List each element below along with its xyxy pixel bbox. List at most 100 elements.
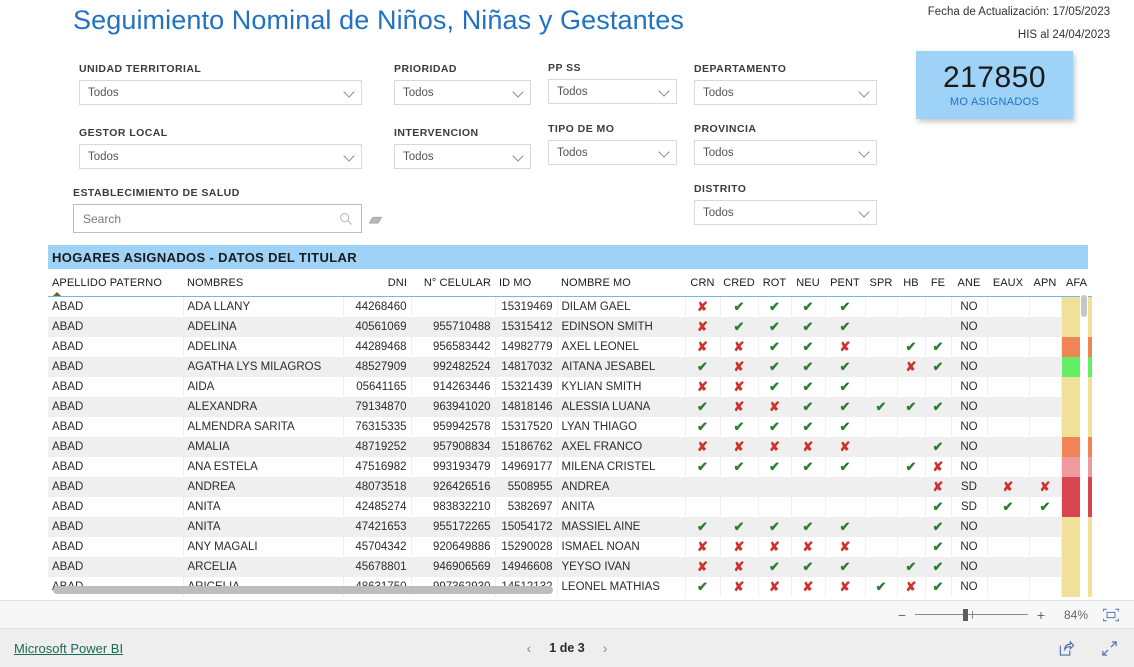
cell-apn: [1029, 437, 1062, 457]
table-row[interactable]: ABAD ADELINA 44289468 956583442 14982779 AXEL…: [48, 337, 1092, 357]
table-row[interactable]: ABAD ADELINA 40561069 955710488 15315412 EDIN…: [48, 317, 1092, 337]
chevron-down-icon: [345, 88, 354, 97]
col-crn[interactable]: CRN: [685, 269, 720, 297]
filter-departamento-select[interactable]: Todos: [694, 80, 877, 105]
chevron-down-icon: [660, 148, 669, 157]
cell-hb: ✔: [897, 457, 926, 477]
table-row[interactable]: ABAD ANA ESTELA 47516982 993193479 14969177 M…: [48, 457, 1092, 477]
table-row[interactable]: ABAD AIDA 05641165 914263446 15321439 KYLIAN …: [48, 377, 1092, 397]
cell-eaux: [987, 437, 1030, 457]
col-spr[interactable]: SPR: [865, 269, 897, 297]
filter-prioridad-select[interactable]: Todos: [394, 80, 531, 105]
cell-nombres: ANITA: [183, 517, 344, 537]
cell-crn: ✘: [685, 296, 721, 317]
cell-spr: [865, 417, 898, 437]
cell-pent: ✔: [825, 357, 866, 377]
cell-fe: [925, 296, 952, 317]
his-date-label: HIS al 24/04/2023: [1017, 29, 1110, 41]
filter-unidad-territorial-select[interactable]: Todos: [79, 80, 362, 105]
filter-value: Todos: [88, 150, 119, 163]
filter-tipo-de-mo-select[interactable]: Todos: [548, 140, 677, 165]
cell-rot: ✘: [758, 397, 792, 417]
cell-nombres: ADA LLANY: [183, 296, 344, 317]
check-icon: ✔: [932, 559, 944, 574]
cell-neu: [791, 497, 826, 517]
share-icon[interactable]: [1058, 639, 1075, 657]
table-row[interactable]: ABAD ALMENDRA SARITA 76315335 959942578 1531…: [48, 417, 1092, 437]
cell-spr: [865, 517, 898, 537]
filter-gestor-local-select[interactable]: Todos: [79, 144, 362, 169]
zoom-slider-thumb[interactable]: [963, 608, 968, 621]
cell-cred: ✔: [720, 317, 759, 337]
table-row[interactable]: ABAD ANITA 47421653 955172265 15054172 MASSIE…: [48, 517, 1092, 537]
cell-n-celular: 963941020: [411, 397, 496, 417]
col-eaux[interactable]: EAUX: [987, 269, 1029, 297]
table-vertical-scrollbar[interactable]: [1080, 293, 1088, 621]
filter-provincia-select[interactable]: Todos: [694, 140, 877, 165]
col-ane[interactable]: ANE: [951, 269, 987, 297]
col-fe[interactable]: FE: [925, 269, 951, 297]
col-dni[interactable]: DNI: [343, 269, 411, 297]
cell-neu: ✔: [791, 397, 826, 417]
filter-distrito-select[interactable]: Todos: [694, 200, 877, 225]
eraser-icon[interactable]: [368, 213, 384, 227]
cell-hb: [897, 517, 926, 537]
fit-to-page-icon[interactable]: [1102, 608, 1120, 622]
col-pent[interactable]: PENT: [825, 269, 865, 297]
cell-nombres: ADELINA: [183, 337, 344, 357]
table-row[interactable]: ABAD ANY MAGALI 45704342 920649886 15290028 I…: [48, 537, 1092, 557]
col-cred[interactable]: CRED: [720, 269, 758, 297]
table-horizontal-scrollbar[interactable]: [53, 586, 1078, 594]
zoom-slider[interactable]: [915, 608, 1028, 622]
cell-apellido-paterno: ABAD: [48, 317, 184, 337]
col-apellido-paterno[interactable]: APELLIDO PATERNO: [48, 269, 183, 297]
col-neu[interactable]: NEU: [791, 269, 825, 297]
table-row[interactable]: ABAD ANITA 42485274 983832210 5382697 ANITA ✔ S…: [48, 497, 1092, 517]
cell-apn: [1029, 317, 1062, 337]
col-nombres[interactable]: NOMBRES: [183, 269, 343, 297]
check-icon: ✔: [839, 379, 851, 394]
col-apn[interactable]: APN: [1029, 269, 1061, 297]
cell-n-celular: [411, 296, 496, 317]
cell-cred: ✔: [720, 296, 759, 317]
cell-dni: 48073518: [343, 477, 412, 497]
power-bi-link[interactable]: Microsoft Power BI: [14, 641, 123, 656]
cell-neu: ✔: [791, 557, 826, 577]
page-next-button[interactable]: ›: [603, 640, 608, 656]
filter-pp-ss-select[interactable]: Todos: [548, 79, 677, 104]
cell-rot: ✔: [758, 457, 792, 477]
cell-spr: [865, 357, 898, 377]
table-row[interactable]: ABAD ALEXANDRA 79134870 963941020 14818146 AL…: [48, 397, 1092, 417]
table-row[interactable]: ABAD ANDREA 48073518 926426516 5508955 ANDREA…: [48, 477, 1092, 497]
check-icon: ✔: [839, 519, 851, 534]
col-rot[interactable]: ROT: [758, 269, 791, 297]
fullscreen-icon[interactable]: [1101, 640, 1118, 657]
chevron-down-icon: [860, 148, 869, 157]
col-n-celular[interactable]: N° CELULAR: [411, 269, 495, 297]
col-hb[interactable]: HB: [897, 269, 925, 297]
table-row[interactable]: ABAD AMALIA 48719252 957908834 15186762 AXEL …: [48, 437, 1092, 457]
table-row[interactable]: ABAD AGATHA LYS MILAGROS 48527909 992482524…: [48, 357, 1092, 377]
cell-apellido-paterno: ABAD: [48, 557, 184, 577]
col-id-mo[interactable]: ID MO: [495, 269, 557, 297]
kpi-card-mo-asignados[interactable]: 217850 MO ASIGNADOS: [916, 51, 1073, 119]
cell-crn: ✔: [685, 357, 721, 377]
cell-id-mo: 15317520: [495, 417, 558, 437]
zoom-in-button[interactable]: +: [1034, 607, 1048, 623]
page-prev-button[interactable]: ‹: [527, 640, 532, 656]
col-nombre-mo[interactable]: NOMBRE MO: [557, 269, 685, 297]
filter-label: DISTRITO: [694, 183, 747, 195]
check-icon: ✔: [733, 519, 745, 534]
filter-intervencion-select[interactable]: Todos: [394, 144, 531, 169]
cell-cred: ✘: [720, 357, 759, 377]
search-icon[interactable]: [339, 212, 353, 226]
search-input[interactable]: Search: [73, 204, 362, 233]
cell-crn: ✘: [685, 557, 721, 577]
table-row[interactable]: ABAD ARCELIA 45678801 946906569 14946608 YEYS…: [48, 557, 1092, 577]
cell-rot: ✔: [758, 517, 792, 537]
table-row[interactable]: ABAD ADA LLANY 44268460 15319469 DILAM GAEL ✘…: [48, 296, 1092, 317]
cell-apellido-paterno: ABAD: [48, 417, 184, 437]
zoom-out-button[interactable]: −: [895, 607, 909, 623]
cell-nombre-mo: AXEL FRANCO: [557, 437, 686, 457]
zoom-slider-tick: [972, 610, 973, 619]
